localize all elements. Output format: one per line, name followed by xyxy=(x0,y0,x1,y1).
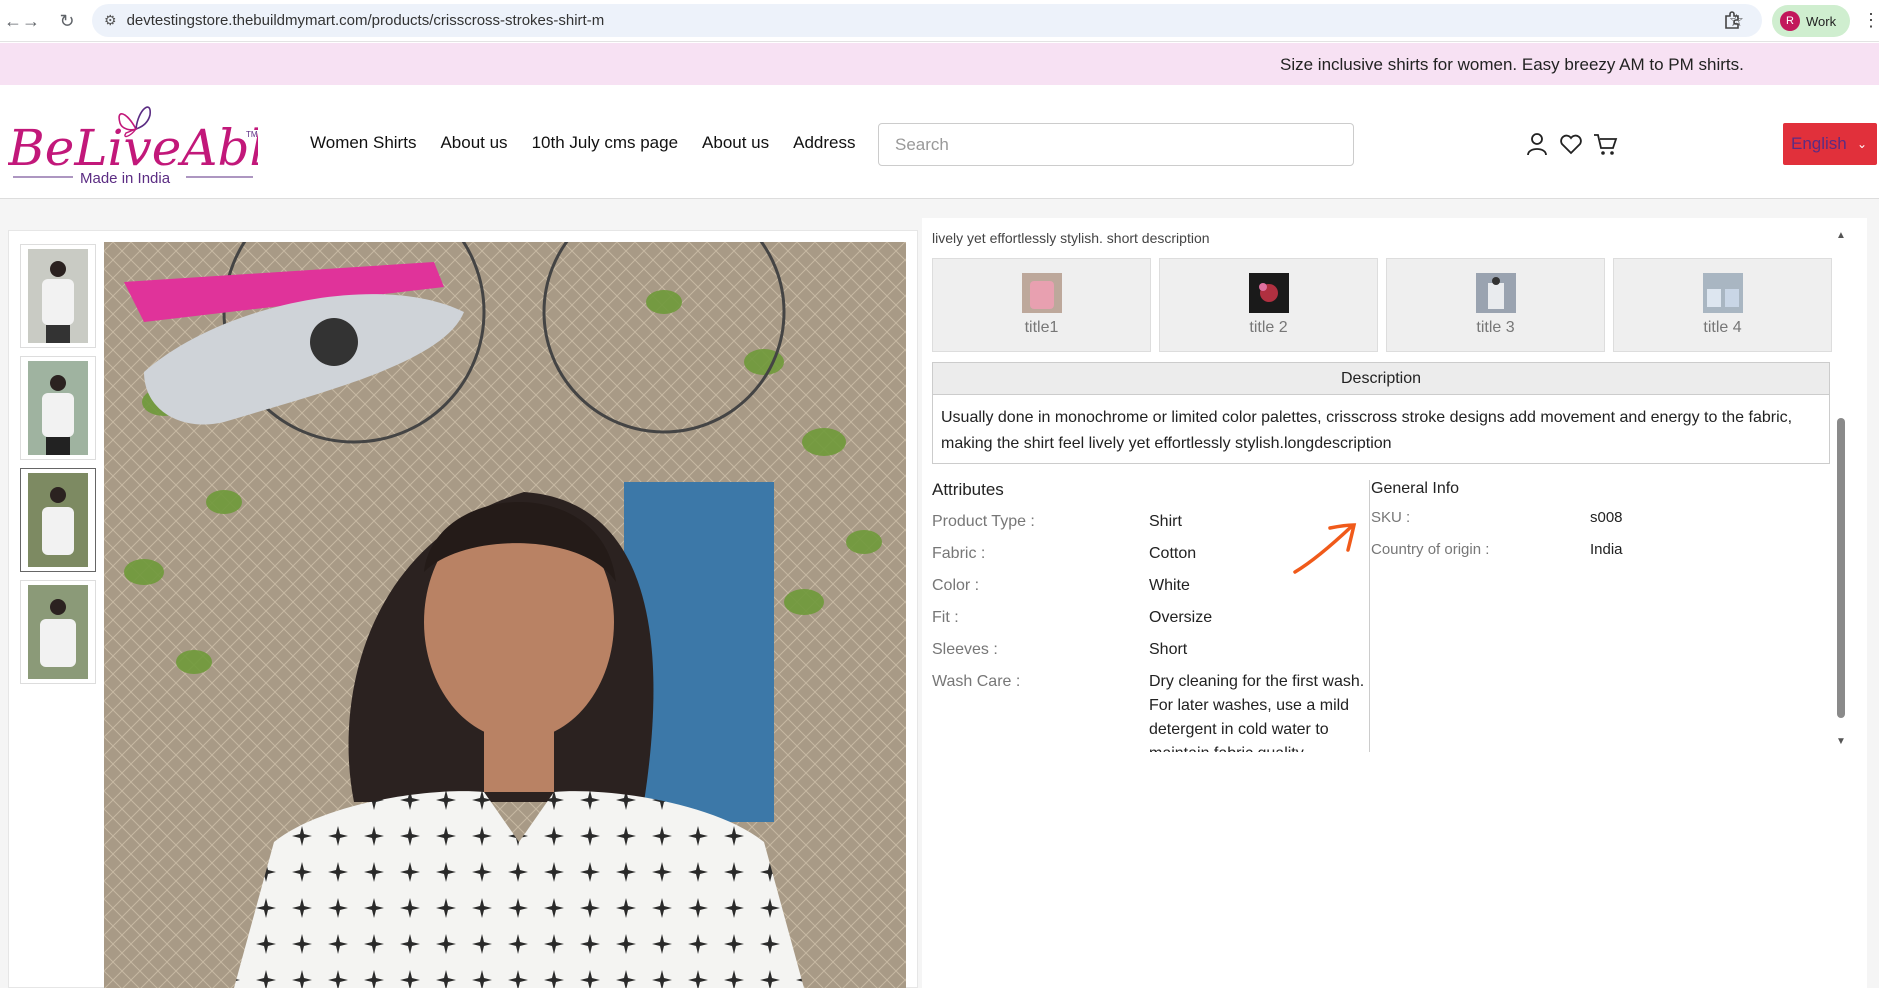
forward-icon[interactable]: → xyxy=(18,8,44,34)
main-product-image[interactable] xyxy=(104,242,906,988)
attribute-key: Wash Care : xyxy=(932,673,1021,690)
attribute-value: Short xyxy=(1149,641,1188,658)
attribute-row: Wash Care : Dry cleaning for the first w… xyxy=(932,670,1369,752)
language-select[interactable]: English ⌄ xyxy=(1783,123,1877,165)
thumbnail-1[interactable] xyxy=(20,244,96,348)
general-info-heading: General Info xyxy=(1371,480,1460,497)
search-input[interactable] xyxy=(878,123,1354,166)
avatar: R xyxy=(1780,11,1800,31)
logo-tagline: Made in India xyxy=(80,170,171,187)
extensions-icon[interactable] xyxy=(1722,10,1742,30)
attribute-value: White xyxy=(1149,577,1190,594)
attribute-value: Shirt xyxy=(1149,513,1182,530)
scroll-down-icon[interactable]: ▼ xyxy=(1836,736,1846,747)
attribute-value: Dry cleaning for the first wash. For lat… xyxy=(1149,673,1365,752)
menu-item-about-us[interactable]: About us xyxy=(440,133,507,153)
brand-logo[interactable]: BeLiveAble TM Made in India xyxy=(8,91,258,191)
general-info-key: Country of origin : xyxy=(1371,541,1490,558)
header-icons xyxy=(1524,131,1618,157)
scroll-up-icon[interactable]: ▲ xyxy=(1836,230,1846,241)
cart-icon[interactable] xyxy=(1592,131,1618,157)
menu-item-address[interactable]: Address xyxy=(793,133,855,153)
menu-item-about-us-2[interactable]: About us xyxy=(702,133,769,153)
scrollbar-thumb[interactable] xyxy=(1837,418,1845,718)
thumbnail-3[interactable] xyxy=(20,468,96,572)
browser-menu-icon[interactable]: ⋮ xyxy=(1862,10,1879,31)
feature-tile-2[interactable]: title 2 xyxy=(1159,258,1378,352)
general-info-value: s008 xyxy=(1590,509,1623,526)
general-info-row: Country of origin : India xyxy=(1371,538,1831,562)
tile-label: title1 xyxy=(1024,319,1059,336)
attribute-key: Fabric : xyxy=(932,545,986,562)
description-heading[interactable]: Description xyxy=(933,363,1829,395)
logo-tm: TM xyxy=(246,130,258,139)
description-box: Description Usually done in monochrome o… xyxy=(932,362,1830,464)
tile-3-thumbnail xyxy=(1475,273,1516,313)
product-info-panel: lively yet effortlessly stylish. short d… xyxy=(922,218,1867,988)
general-info-value: India xyxy=(1590,541,1623,558)
feature-tile-1[interactable]: title1 xyxy=(932,258,1151,352)
profile-button[interactable]: R Work xyxy=(1772,5,1850,37)
attribute-key: Fit : xyxy=(932,609,959,626)
address-bar[interactable]: ⚙ devtestingstore.thebuildmymart.com/pro… xyxy=(92,4,1762,37)
logo-text: BeLiveAble xyxy=(8,119,258,177)
tile-label: title 3 xyxy=(1476,319,1515,336)
tile-4-thumbnail xyxy=(1702,273,1743,313)
details-scrollbar[interactable]: ▲ ▼ xyxy=(1830,218,1852,752)
browser-toolbar: ← → ↻ ⚙ devtestingstore.thebuildmymart.c… xyxy=(0,0,1879,42)
feature-tiles: title1 title 2 title 3 title 4 xyxy=(932,258,1832,352)
tile-1-thumbnail xyxy=(1021,273,1062,313)
feature-tile-3[interactable]: title 3 xyxy=(1386,258,1605,352)
attributes-heading: Attributes xyxy=(932,480,1004,499)
announcement-text: Size inclusive shirts for women. Easy br… xyxy=(1280,55,1744,74)
tile-2-thumbnail xyxy=(1248,273,1289,313)
attribute-key: Color : xyxy=(932,577,980,594)
main-menu: Women Shirts About us 10th July cms page… xyxy=(310,133,856,153)
site-header: BeLiveAble TM Made in India Women Shirts… xyxy=(0,85,1879,199)
tile-label: title 4 xyxy=(1703,319,1742,336)
short-description: lively yet effortlessly stylish. short d… xyxy=(932,230,1210,246)
menu-item-cms-page[interactable]: 10th July cms page xyxy=(532,133,678,153)
url-text: devtestingstore.thebuildmymart.com/produ… xyxy=(126,12,605,29)
thumbnail-list xyxy=(20,244,100,692)
general-info-section: General Info SKU : s008 Country of origi… xyxy=(1371,480,1831,570)
reload-icon[interactable]: ↻ xyxy=(54,8,80,34)
product-details-scroll[interactable]: lively yet effortlessly stylish. short d… xyxy=(922,218,1847,752)
tile-label: title 2 xyxy=(1249,319,1288,336)
attribute-value: Oversize xyxy=(1149,609,1213,626)
annotation-arrow-icon xyxy=(1293,523,1357,574)
attribute-row: Fit : Oversize xyxy=(932,606,1369,630)
announcement-bar: Size inclusive shirts for women. Easy br… xyxy=(0,43,1879,85)
language-label: English xyxy=(1791,134,1847,153)
thumbnail-2[interactable] xyxy=(20,356,96,460)
attribute-row: Sleeves : Short xyxy=(932,638,1369,662)
chevron-down-icon: ⌄ xyxy=(1856,137,1867,151)
site-info-icon[interactable]: ⚙ xyxy=(104,12,117,29)
feature-tile-4[interactable]: title 4 xyxy=(1613,258,1832,352)
account-icon[interactable] xyxy=(1524,131,1550,157)
menu-item-women-shirts[interactable]: Women Shirts xyxy=(310,133,416,153)
profile-label: Work xyxy=(1806,13,1837,29)
product-photo xyxy=(104,242,906,988)
attribute-key: Product Type : xyxy=(932,513,1035,530)
thumbnail-4[interactable] xyxy=(20,580,96,684)
attribute-value: Cotton xyxy=(1149,545,1197,562)
general-info-key: SKU : xyxy=(1371,509,1411,526)
description-text: Usually done in monochrome or limited co… xyxy=(941,409,1793,452)
wishlist-heart-icon[interactable] xyxy=(1558,131,1584,157)
attribute-key: Sleeves : xyxy=(932,641,998,658)
general-info-row: SKU : s008 xyxy=(1371,506,1831,530)
